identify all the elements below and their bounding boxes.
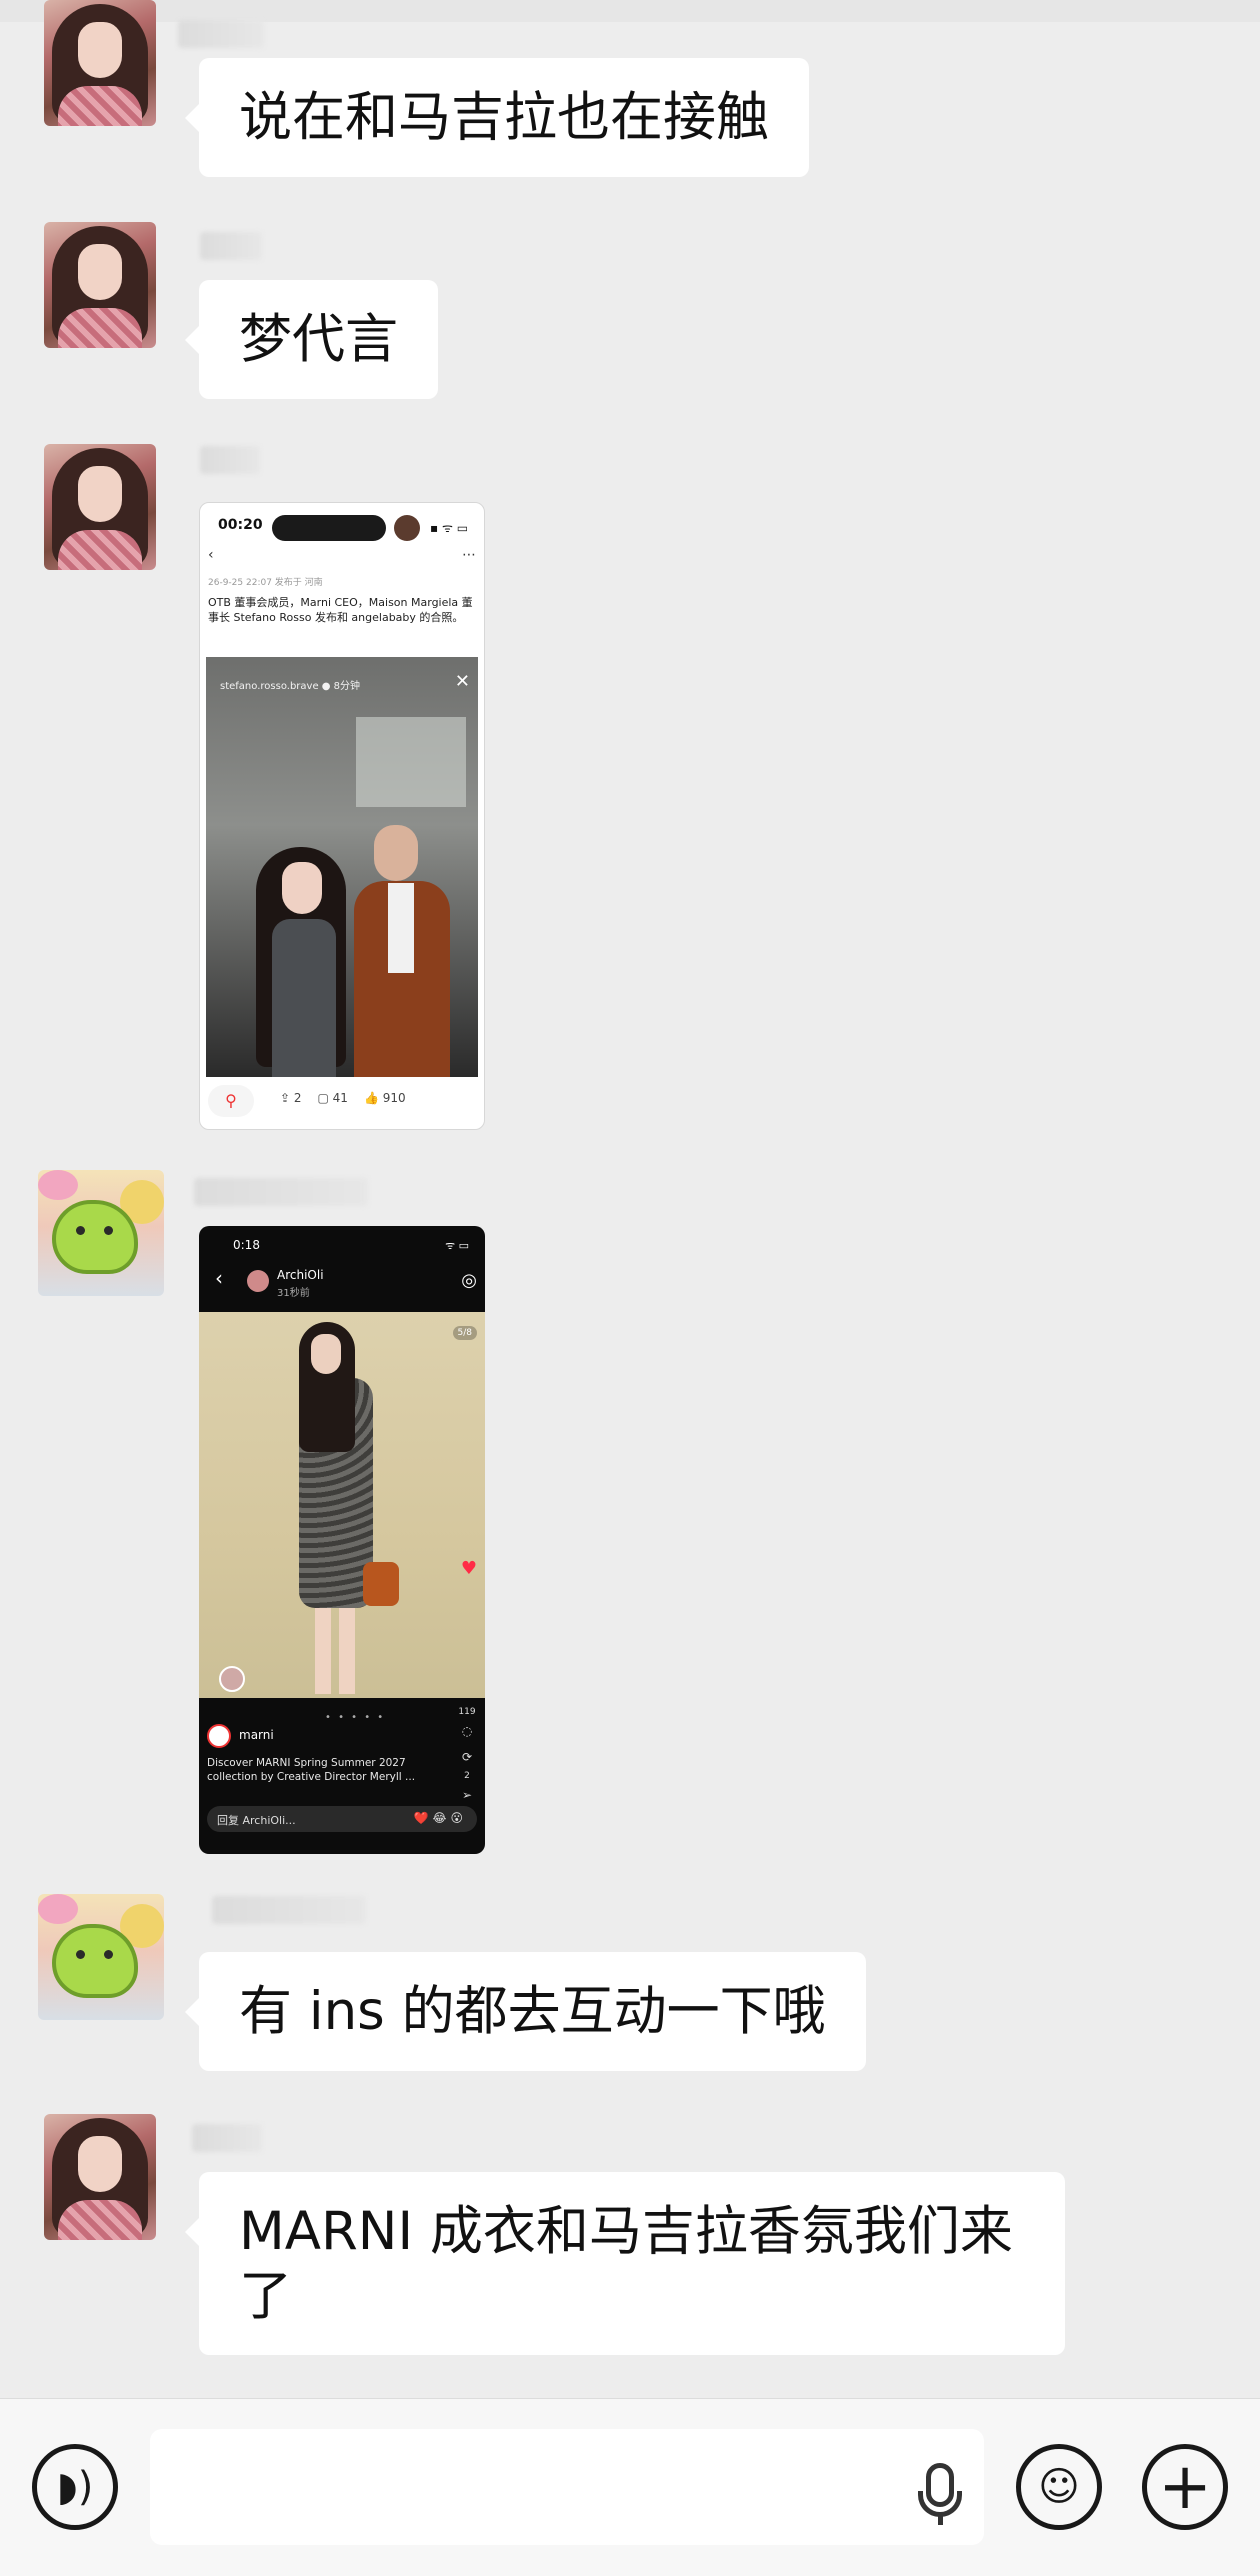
reply-field: 回复 ArchiOli... ❤️😂😮	[207, 1806, 477, 1832]
sender-name-blurred	[200, 232, 262, 260]
message-bubble[interactable]: MARNI 成衣和马吉拉香氛我们来了	[185, 2172, 1065, 2356]
close-icon: ✕	[454, 671, 470, 692]
sender-name-blurred	[194, 1178, 368, 1206]
contributor-avatar	[219, 1666, 245, 1692]
more-icon: ⋯	[462, 547, 476, 563]
brand-avatar	[207, 1724, 231, 1748]
sender-name-blurred	[200, 446, 260, 474]
avatar[interactable]	[38, 1894, 164, 2020]
post-actions: ⇪ 2 ▢ 41 👍 910	[280, 1085, 474, 1111]
message-text: 有 ins 的都去互动一下哦	[239, 1981, 826, 2042]
brand-name: marni	[239, 1728, 274, 1742]
sender-name-blurred	[192, 2124, 262, 2152]
avatar[interactable]	[38, 1170, 164, 1296]
avatar[interactable]	[44, 2114, 156, 2240]
camera-icon: ◎	[461, 1270, 477, 1291]
status-time: 00:20	[218, 517, 263, 533]
message-bubble[interactable]: 说在和马吉拉也在接触	[185, 58, 809, 177]
plus-icon[interactable]: +	[1142, 2444, 1228, 2530]
user-name: ArchiOli	[277, 1268, 324, 1282]
message-bubble[interactable]: 有 ins 的都去互动一下哦	[185, 1952, 866, 2071]
image-message-post-screenshot[interactable]: 00:20 ▪︎ ᯤ ▭ ‹ ⋯ 26-9-25 22:07 发布于 河南 OT…	[199, 502, 485, 1130]
embedded-user: stefano.rosso.brave ● 8分钟	[220, 681, 361, 692]
heart-icon: ♥	[460, 1558, 477, 1579]
sender-name-blurred	[212, 1896, 366, 1924]
message-input[interactable]	[150, 2429, 984, 2545]
user-avatar	[247, 1270, 269, 1292]
post-photo: 5/8 ♥	[199, 1312, 485, 1698]
image-message-instagram-screenshot[interactable]: 0:18 ᯤ ▭ ‹ ArchiOli 31秒前 ◎ 5/8 ♥ • • • •…	[199, 1226, 485, 1854]
post-description: Discover MARNI Spring Summer 2027 collec…	[207, 1757, 416, 1784]
signal-battery-icon: ▪︎ ᯤ ▭	[430, 521, 469, 535]
comment-icon: ▢ 41	[317, 1091, 348, 1105]
message-text: 说在和马吉拉也在接触	[239, 87, 769, 148]
back-icon: ‹	[215, 1266, 223, 1290]
profile-dot	[394, 515, 420, 541]
status-time: 0:18	[233, 1238, 260, 1252]
post-time: 31秒前	[277, 1288, 310, 1299]
avatar[interactable]	[44, 222, 156, 348]
voice-input-icon[interactable]: ◗)	[32, 2444, 118, 2530]
avatar[interactable]	[44, 0, 156, 126]
share-icon: ⇪ 2	[280, 1091, 302, 1105]
message-bubble[interactable]: 梦代言	[185, 280, 438, 399]
photo-counter: 5/8	[452, 1326, 477, 1340]
post-nav-row: ‹ ⋯	[208, 547, 476, 567]
like-icon: 👍 910	[363, 1091, 406, 1105]
reaction-emoji-icons: ❤️😂😮	[413, 1811, 467, 1825]
post-photo: stefano.rosso.brave ● 8分钟 ✕	[206, 657, 478, 1077]
signal-battery-icon: ᯤ ▭	[445, 1239, 469, 1252]
sender-name-blurred	[178, 20, 264, 48]
post-meta: 26-9-25 22:07 发布于 河南	[208, 578, 323, 588]
avatar[interactable]	[44, 444, 156, 570]
pagination-dots: • • • • •	[325, 1712, 386, 1723]
top-edge	[0, 0, 1260, 22]
message-text: 梦代言	[239, 309, 398, 370]
post-caption: OTB 董事会成员，Marni CEO，Maison Margiela 董事长 …	[208, 596, 473, 625]
search-icon: ⚲	[208, 1085, 254, 1117]
dynamic-island	[272, 515, 386, 541]
chat-input-bar: ◗) ☺ +	[0, 2398, 1260, 2576]
back-icon: ‹	[208, 547, 214, 563]
message-text: MARNI 成衣和马吉拉香氛我们来了	[239, 2201, 1013, 2327]
emoji-icon[interactable]: ☺	[1016, 2444, 1102, 2530]
